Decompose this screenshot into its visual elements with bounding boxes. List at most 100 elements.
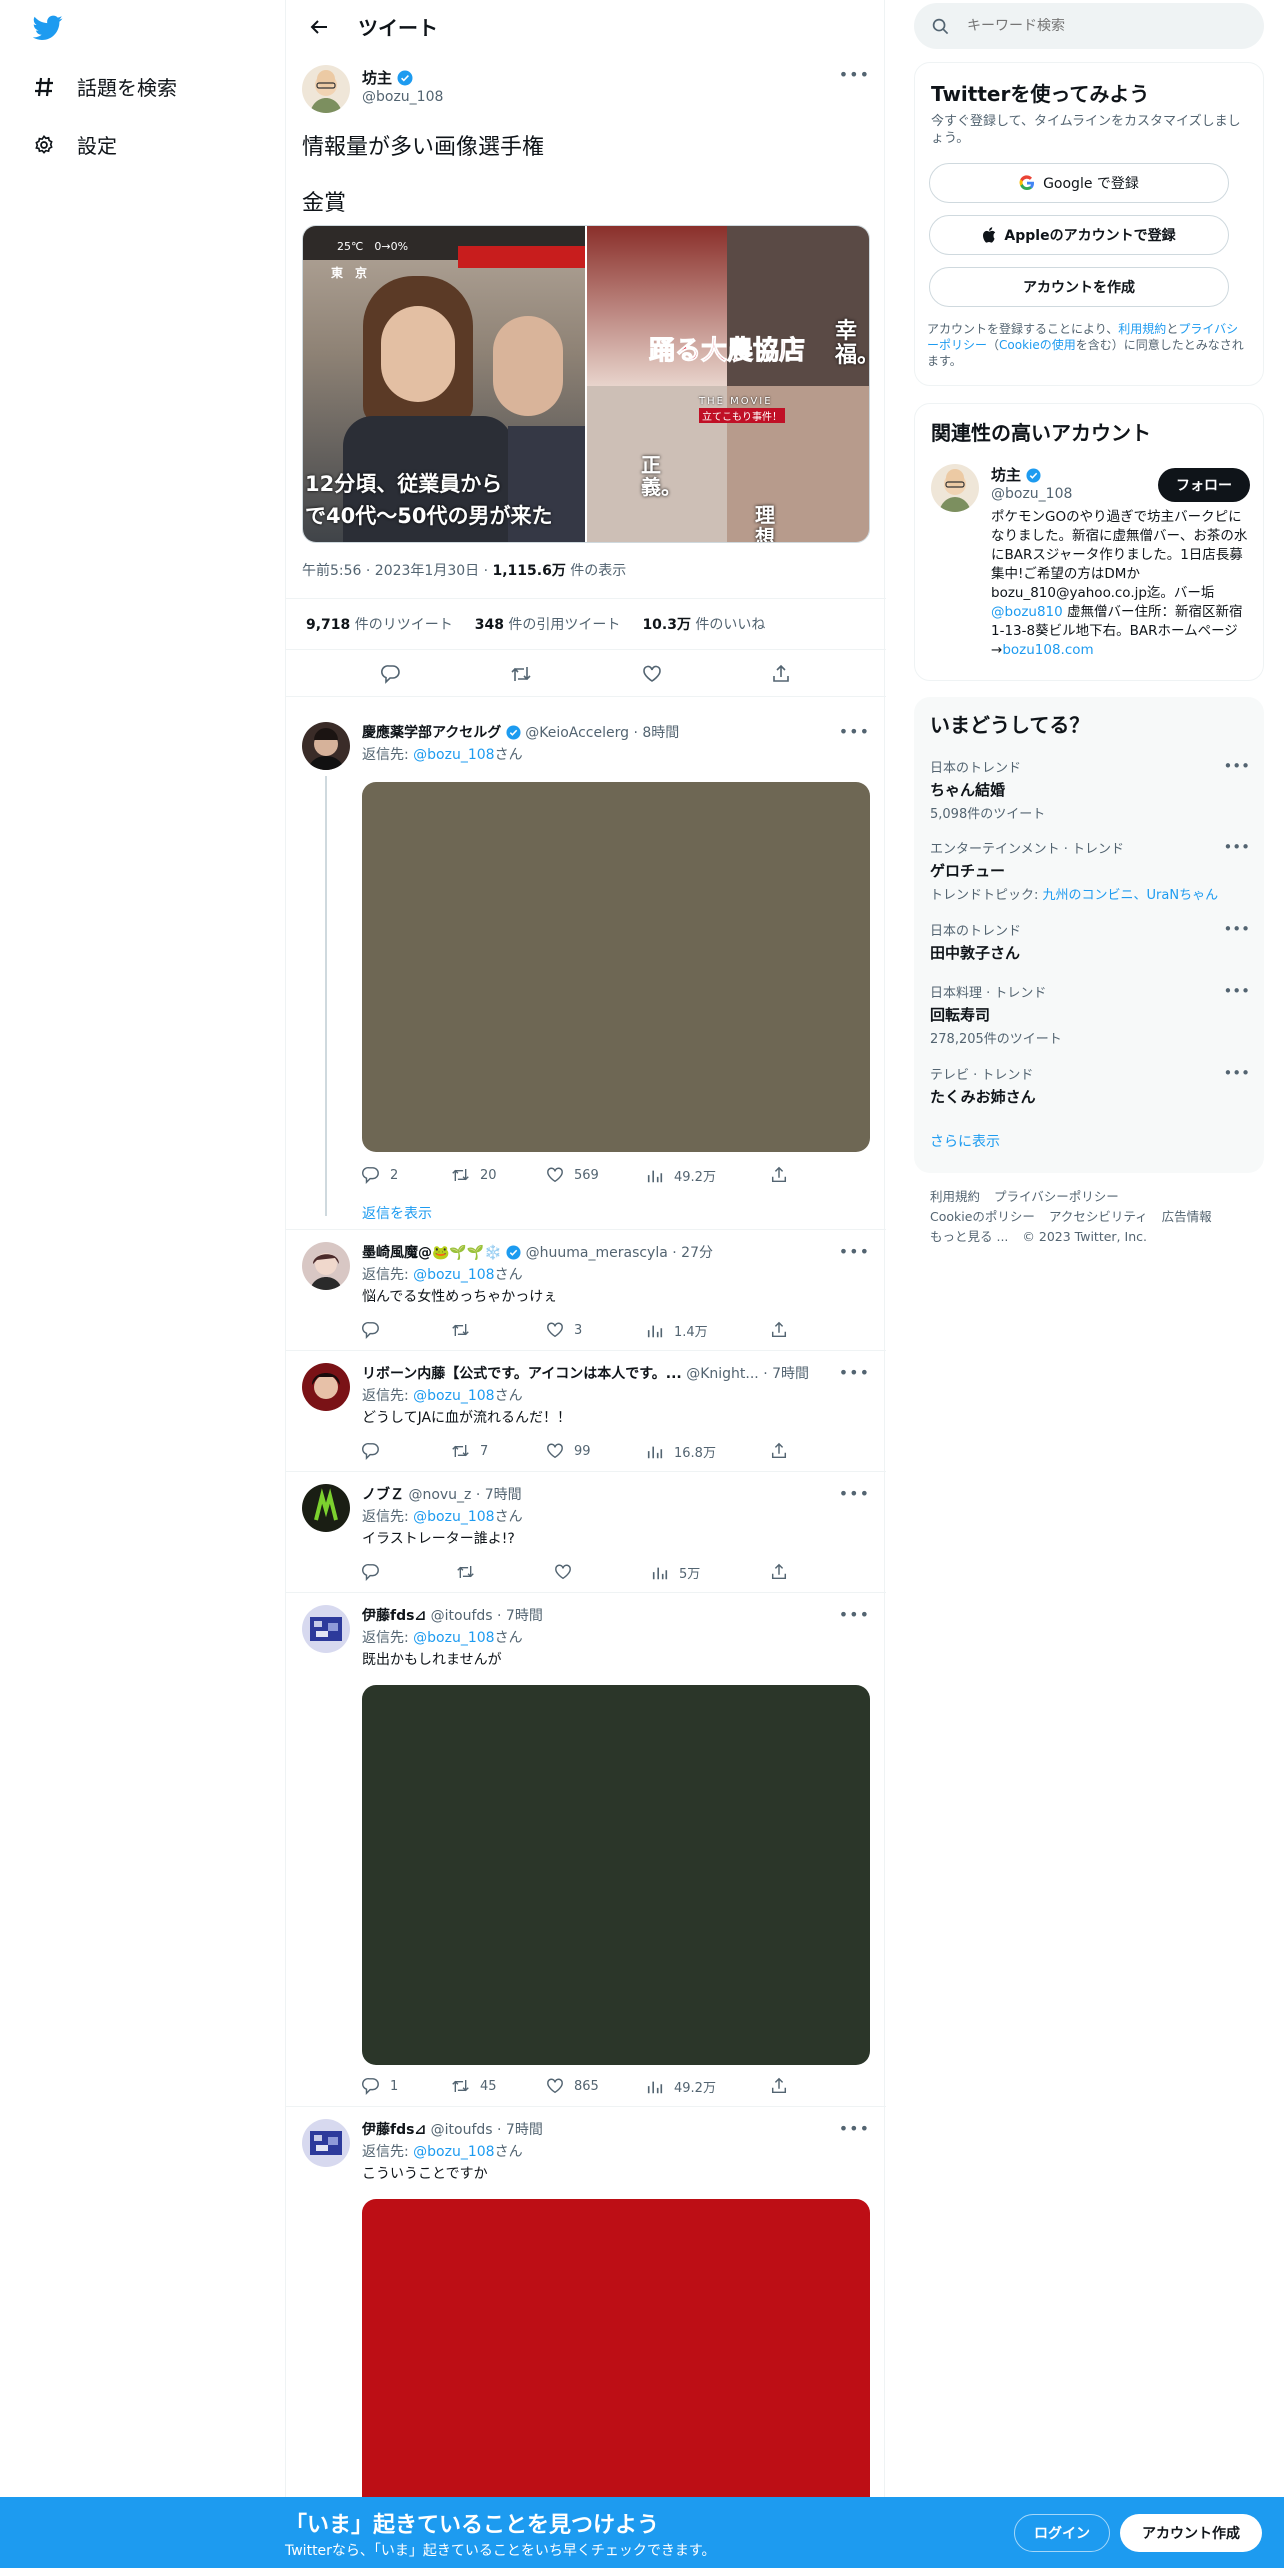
retweets-stat[interactable]: 9,718 件のリツイート (306, 614, 453, 634)
reply-author-handle[interactable]: @huuma_merascyla (526, 1245, 668, 1261)
avatar[interactable] (302, 2119, 350, 2167)
avatar[interactable] (302, 1242, 350, 1290)
reply-author-name[interactable]: ノブＺ (362, 1487, 404, 1503)
nav-explore[interactable]: 話題を検索 (33, 72, 177, 101)
trend-item[interactable]: 日本料理 · トレンド 回転寿司 278,205件のツイート ••• (930, 982, 1250, 1047)
reply-to-handle[interactable]: @bozu_108 (413, 1388, 494, 1404)
follow-button[interactable]: フォロー (1158, 468, 1250, 502)
reply-tweet[interactable]: リボーン内藤【公式です。アイコンは本人です。... @Knight... · 7… (286, 1351, 886, 1472)
reply-time[interactable]: · 7時間 (497, 1608, 543, 1624)
author-handle[interactable]: @bozu_108 (362, 89, 443, 105)
retweet-count[interactable]: 45 (451, 2077, 497, 2095)
reply-count[interactable] (362, 1442, 390, 1460)
more-options-icon[interactable]: ••• (839, 1242, 870, 1261)
reply-author-name[interactable]: 伊藤fds⊿ (362, 2122, 426, 2138)
reply-time[interactable]: · 7時間 (476, 1487, 522, 1503)
more-options-icon[interactable]: ••• (839, 1363, 870, 1382)
reply-author-name[interactable]: 墨崎風魔@🐸🌱🌱❄️ (362, 1245, 502, 1261)
reply-time[interactable]: · 8時間 (633, 725, 679, 741)
share-icon[interactable] (770, 1321, 788, 1339)
avatar[interactable] (302, 1484, 350, 1532)
like-count[interactable] (554, 1563, 582, 1581)
reply-to-handle[interactable]: @bozu_108 (413, 1630, 494, 1646)
apple-signup-button[interactable]: Appleのアカウントで登録 (929, 215, 1229, 255)
views-count[interactable]: 49.2万 (646, 2077, 716, 2096)
quotes-stat[interactable]: 348 件の引用ツイート (475, 614, 621, 634)
trend-topic-link[interactable]: 九州のコンビニ、UraNちゃん (1043, 888, 1219, 903)
reply-to-handle[interactable]: @bozu_108 (413, 2144, 494, 2160)
share-icon[interactable] (770, 1166, 788, 1184)
banner-signup-button[interactable]: アカウント作成 (1120, 2514, 1262, 2552)
reply-author-name[interactable]: リボーン内藤【公式です。アイコンは本人です。... (362, 1366, 682, 1382)
avatar[interactable] (302, 722, 350, 770)
reply-author-name[interactable]: 慶應薬学部アクセルグ (362, 725, 501, 741)
share-icon[interactable] (770, 1563, 788, 1581)
retweet-count[interactable]: 20 (451, 1166, 497, 1184)
reply-media-image[interactable] (362, 782, 870, 1152)
back-button[interactable] (302, 10, 336, 44)
create-account-button[interactable]: アカウントを作成 (929, 267, 1229, 307)
reply-count[interactable]: 2 (362, 1166, 398, 1184)
more-options-icon[interactable]: ••• (1223, 982, 1250, 1000)
reply-time[interactable]: · 7時間 (497, 2122, 543, 2138)
views-count[interactable]: 1.4万 (646, 1321, 708, 1340)
like-count[interactable]: 865 (546, 2077, 599, 2095)
avatar[interactable] (302, 65, 350, 113)
reply-tweet[interactable]: 墨崎風魔@🐸🌱🌱❄️ @huuma_merascyla · 27分 ••• 返信… (286, 1230, 886, 1351)
reply-icon[interactable] (380, 664, 401, 684)
more-options-icon[interactable]: ••• (1223, 920, 1250, 938)
search-input[interactable] (967, 18, 1217, 34)
twitter-logo-icon[interactable] (33, 15, 63, 41)
reply-tweet[interactable]: 慶應薬学部アクセルグ @KeioAccelerg · 8時間 ••• 返信先: … (286, 710, 886, 1230)
footer-more[interactable]: もっと見る ... (930, 1229, 1008, 1244)
reply-count[interactable] (362, 1321, 390, 1339)
retweet-count[interactable] (451, 1321, 480, 1339)
more-options-icon[interactable]: ••• (839, 65, 870, 84)
nav-settings[interactable]: 設定 (33, 130, 117, 159)
views-count[interactable]: 49.2万 (646, 1166, 716, 1185)
show-more-trends-link[interactable]: さらに表示 (930, 1131, 1000, 1151)
reply-to-handle[interactable]: @bozu_108 (413, 1509, 494, 1525)
bio-link-2[interactable]: bozu108.com (1002, 642, 1093, 658)
reply-media-image[interactable] (362, 1685, 870, 2065)
more-options-icon[interactable]: ••• (1223, 838, 1250, 856)
retweet-count[interactable] (456, 1563, 485, 1581)
avatar[interactable] (931, 464, 979, 512)
reply-author-handle[interactable]: @itoufds (431, 1608, 493, 1624)
more-options-icon[interactable]: ••• (839, 2119, 870, 2138)
terms-link[interactable]: 利用規約 (1118, 322, 1166, 336)
related-handle[interactable]: @bozu_108 (991, 486, 1072, 502)
like-icon[interactable] (642, 664, 662, 684)
footer-ads[interactable]: 広告情報 (1162, 1209, 1212, 1224)
more-options-icon[interactable]: ••• (1223, 757, 1250, 775)
author-name[interactable]: 坊主 (362, 67, 413, 88)
reply-count[interactable] (362, 1563, 390, 1581)
reply-time[interactable]: · 27分 (672, 1245, 713, 1261)
reply-count[interactable]: 1 (362, 2077, 398, 2095)
like-count[interactable]: 3 (546, 1321, 582, 1339)
trend-item[interactable]: 日本のトレンド ちゃん結婚 5,098件のツイート ••• (930, 757, 1250, 822)
footer-privacy[interactable]: プライバシーポリシー (994, 1189, 1119, 1204)
reply-author-handle[interactable]: @Knight... (686, 1366, 759, 1382)
more-options-icon[interactable]: ••• (839, 722, 870, 741)
google-signup-button[interactable]: Google で登録 (929, 163, 1229, 203)
related-name[interactable]: 坊主 (991, 464, 1041, 485)
more-options-icon[interactable]: ••• (839, 1605, 870, 1624)
footer-terms[interactable]: 利用規約 (930, 1189, 980, 1204)
media-movie-poster[interactable]: 踊る大農協店 THE MOVIE 立てこもり事件！ 幸福。 正義。 理想 (587, 226, 869, 542)
reply-author-name[interactable]: 伊藤fds⊿ (362, 1608, 426, 1624)
avatar[interactable] (302, 1605, 350, 1653)
footer-accessibility[interactable]: アクセシビリティ (1049, 1209, 1148, 1224)
footer-cookie[interactable]: Cookieのポリシー (930, 1209, 1035, 1224)
tweet-media[interactable]: 25℃ 0→0% 東 京 12分頃、従業員から で40代〜50代の男が来た 踊る… (302, 225, 870, 543)
search-bar[interactable] (914, 3, 1264, 49)
cookie-link[interactable]: Cookieの使用 (999, 338, 1076, 352)
share-icon[interactable] (770, 2077, 788, 2095)
like-count[interactable]: 569 (546, 1166, 599, 1184)
share-icon[interactable] (771, 664, 791, 684)
retweet-count[interactable]: 7 (451, 1442, 488, 1460)
likes-stat[interactable]: 10.3万 件のいいね (642, 614, 765, 634)
views-count[interactable]: 5万 (651, 1563, 700, 1582)
trend-item[interactable]: エンターテインメント · トレンド ゲロチュー トレンドトピック: 九州のコンビ… (930, 838, 1250, 903)
reply-author-handle[interactable]: @KeioAccelerg (525, 725, 629, 741)
